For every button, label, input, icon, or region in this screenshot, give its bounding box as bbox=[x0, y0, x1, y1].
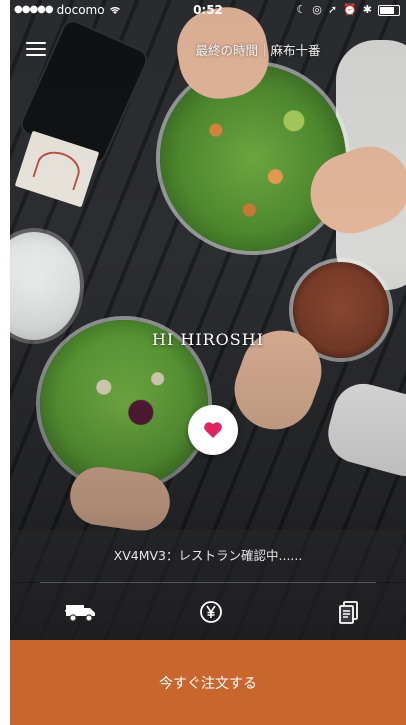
header-title: 最終の時間｜麻布十番 bbox=[195, 43, 321, 58]
favorite-button[interactable] bbox=[188, 405, 238, 455]
receipt-button[interactable] bbox=[332, 595, 366, 629]
delivery-truck-icon bbox=[65, 605, 95, 622]
status-bar: ●●●●● docomo 0:52 ☾ ◎ ➚ ⏰ ✱ bbox=[10, 0, 406, 20]
battery-icon bbox=[378, 4, 400, 16]
heart-icon bbox=[204, 422, 222, 438]
order-status-bar: XV4MV3：レストラン確認中...... bbox=[10, 530, 406, 582]
hamburger-menu-icon[interactable] bbox=[26, 42, 46, 58]
receipt-document-icon bbox=[339, 601, 358, 624]
action-icon-row bbox=[10, 583, 406, 640]
delivery-button[interactable] bbox=[64, 595, 98, 629]
order-now-label: 今すぐ注文する bbox=[159, 675, 257, 692]
order-now-button[interactable]: 今すぐ注文する bbox=[10, 640, 406, 725]
moon-icon: ☾ bbox=[296, 3, 307, 16]
location-arrow-icon: ➚ bbox=[327, 3, 338, 16]
yen-coin-icon bbox=[200, 601, 222, 623]
bluetooth-icon: ✱ bbox=[362, 3, 372, 16]
greeting-text: HI HIROSHI bbox=[151, 330, 265, 349]
order-status-text: XV4MV3：レストラン確認中...... bbox=[113, 548, 303, 563]
price-button[interactable] bbox=[194, 595, 228, 629]
alarm-icon: ⏰ bbox=[343, 3, 357, 16]
app-screen: ●●●●● docomo 0:52 ☾ ◎ ➚ ⏰ ✱ 最終の時間｜麻布十番 H… bbox=[10, 0, 406, 725]
lock-rotation-icon: ◎ bbox=[312, 3, 322, 16]
